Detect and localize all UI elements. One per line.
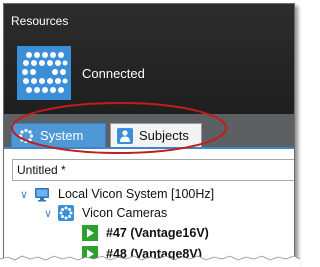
subjects-icon [117, 127, 133, 144]
tree-item-vicon-cameras[interactable]: ∨ Vicon Cameras [44, 203, 167, 223]
camera-group-icon [58, 205, 74, 221]
resources-panel: Resources Connected System Subjects Unti… [3, 3, 295, 265]
tree-root-local-system[interactable]: ∨ Local Vicon System [100Hz] [20, 184, 214, 204]
tab-strip: System Subjects [4, 114, 294, 149]
panel-header: Resources Connected [4, 4, 294, 114]
tree-root-label: Local Vicon System [100Hz] [58, 187, 215, 201]
monitor-icon [35, 188, 49, 202]
camera-status-icon [82, 225, 98, 241]
configuration-name-field[interactable]: Untitled * [12, 159, 294, 181]
tree-item-label: #47 (Vantage16V) [106, 226, 209, 240]
expand-chevron-icon[interactable]: ∨ [20, 188, 34, 201]
tree-item-camera[interactable]: #47 (Vantage16V) [82, 223, 209, 243]
tab-system[interactable]: System [11, 123, 106, 147]
connection-status-icon [17, 46, 71, 100]
tab-subjects-label: Subjects [139, 128, 189, 143]
tree-item-label: Vicon Cameras [82, 206, 168, 220]
tab-system-label: System [40, 128, 84, 143]
torn-edge [0, 255, 300, 267]
tab-subjects[interactable]: Subjects [110, 123, 202, 147]
system-icon [18, 128, 34, 143]
panel-title: Resources [11, 14, 69, 28]
connection-status-label: Connected [82, 66, 145, 81]
expand-chevron-icon[interactable]: ∨ [44, 207, 58, 220]
